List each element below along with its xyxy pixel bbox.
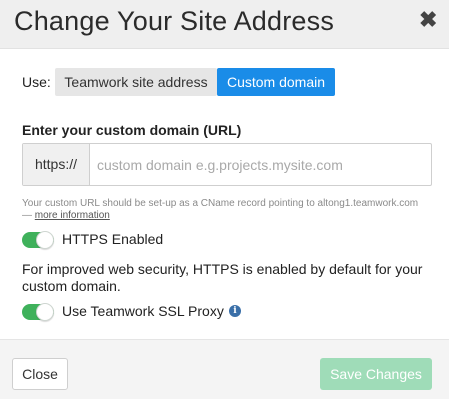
custom-domain-label: Enter your custom domain (URL) (22, 122, 242, 138)
custom-domain-option[interactable]: Custom domain (217, 68, 335, 96)
https-prefix: https:// (23, 144, 90, 185)
https-enabled-toggle[interactable] (22, 231, 54, 249)
close-icon[interactable]: ✖ (419, 9, 437, 31)
more-information-link[interactable]: more information (35, 210, 110, 221)
use-label: Use: (22, 74, 51, 90)
custom-domain-input-group: https:// (22, 143, 432, 186)
toggle-knob (36, 231, 54, 249)
custom-domain-input[interactable] (91, 144, 431, 185)
https-enabled-label: HTTPS Enabled (62, 231, 164, 247)
save-changes-button[interactable]: Save Changes (320, 358, 432, 390)
close-button[interactable]: Close (12, 358, 68, 390)
toggle-knob (36, 303, 54, 321)
ssl-proxy-label: Use Teamwork SSL Proxy (62, 303, 224, 319)
ssl-proxy-toggle[interactable] (22, 303, 54, 321)
change-site-address-dialog: Change Your Site Address ✖ Use: Teamwork… (0, 0, 449, 399)
dialog-header: Change Your Site Address ✖ (0, 0, 449, 49)
dialog-title: Change Your Site Address (14, 6, 335, 36)
cname-hint: Your custom URL should be set-up as a CN… (22, 198, 422, 222)
https-description: For improved web security, HTTPS is enab… (22, 261, 423, 294)
teamwork-site-address-option[interactable]: Teamwork site address (55, 68, 217, 96)
dialog-footer: Close Save Changes (0, 339, 449, 399)
info-icon[interactable]: i (229, 305, 241, 317)
